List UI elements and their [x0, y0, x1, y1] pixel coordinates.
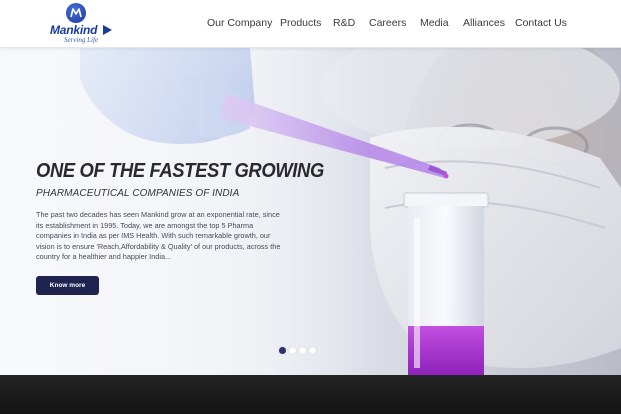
- site-header: Mankind Serving Life Our Company Product…: [0, 0, 621, 48]
- hero-subtitle: PHARMACEUTICAL COMPANIES OF INDIA: [36, 188, 240, 199]
- hero-description: The past two decades has seen Mankind gr…: [36, 210, 281, 262]
- know-more-button[interactable]: Know more: [36, 276, 99, 295]
- nav-item-products[interactable]: Products: [280, 17, 321, 29]
- nav-item-our-company[interactable]: Our Company: [207, 17, 272, 29]
- hero-title: ONE OF THE FASTEST GROWING: [36, 160, 324, 182]
- slider-dot-4[interactable]: [309, 347, 316, 354]
- slider-dot-2[interactable]: [289, 347, 296, 354]
- logo-tagline: Serving Life: [64, 36, 99, 44]
- slider-dot-3[interactable]: [299, 347, 306, 354]
- main-nav: Our Company Products R&D Careers Media A…: [0, 17, 621, 31]
- nav-item-careers[interactable]: Careers: [369, 17, 406, 29]
- footer-strip: [0, 375, 621, 414]
- nav-item-alliances[interactable]: Alliances: [463, 17, 505, 29]
- nav-item-contact-us[interactable]: Contact Us: [515, 17, 567, 29]
- slider-dot-1[interactable]: [279, 347, 286, 354]
- nav-item-media[interactable]: Media: [420, 17, 449, 29]
- nav-item-rnd[interactable]: R&D: [333, 17, 355, 29]
- hero-slider: ONE OF THE FASTEST GROWING PHARMACEUTICA…: [0, 48, 621, 375]
